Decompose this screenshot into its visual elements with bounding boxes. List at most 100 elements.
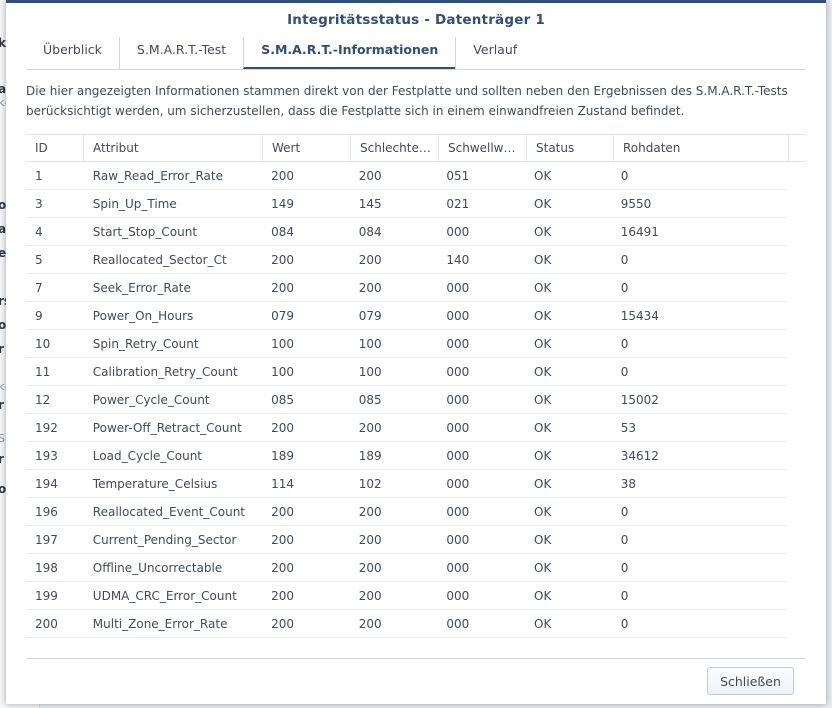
table-row[interactable]: 194 Temperature_Celsius 114 102 000 OK 38 [26,470,786,498]
table-row[interactable]: 12 Power_Cycle_Count 085 085 000 OK 15002 [26,386,786,414]
table-row[interactable]: 11 Calibration_Retry_Count 100 100 000 OK 0 [26,358,786,386]
cell-worst: 102 [358,477,382,491]
table-row[interactable]: 7 Seek_Error_Rate 200 200 000 OK 0 [26,274,786,302]
table-row[interactable]: 4 Start_Stop_Count 084 084 000 OK 16491 [26,218,786,246]
cell-id: 199 [35,589,58,603]
cell-status: OK [534,505,552,519]
cell-id: 194 [35,477,58,491]
cell-raw-data: 34612 [620,449,659,463]
cell-id: 1 [35,169,43,183]
cell-worst: 200 [358,281,382,295]
cell-threshold: 000 [446,281,470,295]
column-header-raw-data[interactable]: Rohdaten [614,135,789,161]
cell-status: OK [534,225,552,239]
cell-raw-data: 0 [620,589,629,603]
cell-worst: 189 [358,449,382,463]
cell-raw-data: 0 [620,505,629,519]
cell-status: OK [534,281,552,295]
table-row[interactable]: 199 UDMA_CRC_Error_Count 200 200 000 OK 0 [26,582,786,610]
cell-id: 4 [35,225,43,239]
cell-worst: 084 [358,225,382,239]
column-header-threshold[interactable]: Schwellw… [439,135,527,161]
cell-status: OK [534,393,552,407]
cell-attribute: Reallocated_Event_Count [92,505,246,519]
cell-value: 084 [271,225,294,239]
cell-raw-data: 0 [620,617,629,631]
column-header-attribute[interactable]: Attribut [84,135,263,161]
disk-health-dialog: Integritätsstatus - Datenträger 1 Überbl… [6,0,826,704]
cell-raw-data: 0 [620,337,629,351]
table-row[interactable]: 5 Reallocated_Sector_Ct 200 200 140 OK 0 [26,246,786,274]
cell-attribute: Offline_Uncorrectable [92,561,223,575]
cell-value: 085 [271,393,294,407]
cell-worst: 200 [358,561,382,575]
cell-raw-data: 16491 [620,225,659,239]
cell-value: 189 [271,449,294,463]
cell-id: 11 [35,365,51,379]
table-header: ID Attribut Wert Schlechte… Schwellw… St… [26,135,806,162]
cell-attribute: Multi_Zone_Error_Rate [92,617,228,631]
cell-id: 192 [35,421,58,435]
table-row[interactable]: 196 Reallocated_Event_Count 200 200 000 OK 0 [26,498,786,526]
cell-threshold: 000 [446,533,470,547]
column-header-worst[interactable]: Schlechte… [351,135,439,161]
cell-attribute: Power_Cycle_Count [92,393,210,407]
cell-status: OK [534,449,552,463]
column-header-id[interactable]: ID [26,135,84,161]
intro-text: Die hier angezeigten Informationen stamm… [26,84,788,118]
cell-attribute: Load_Cycle_Count [92,449,203,463]
cell-value: 200 [271,505,294,519]
table-row[interactable]: 1 Raw_Read_Error_Rate 200 200 051 OK 0 [26,162,786,190]
background-text-fragment: S [0,432,5,445]
cell-value: 200 [271,589,294,603]
table-row[interactable]: 197 Current_Pending_Sector 200 200 000 OK 0 [26,526,786,554]
cell-raw-data: 38 [620,477,636,491]
table-row[interactable]: 192 Power-Off_Retract_Count 200 200 000 OK 53 [26,414,786,442]
tab-history[interactable]: Verlauf [455,37,534,69]
cell-value: 200 [271,561,294,575]
cell-value: 200 [271,281,294,295]
cell-attribute: Start_Stop_Count [92,225,198,239]
table-row[interactable]: 198 Offline_Uncorrectable 200 200 000 OK 0 [26,554,786,582]
cell-value: 200 [271,617,294,631]
cell-id: 9 [35,309,43,323]
cell-raw-data: 53 [620,421,636,435]
tab-smart-test[interactable]: S.M.A.R.T.-Test [118,37,243,69]
cell-status: OK [534,561,552,575]
cell-worst: 100 [358,365,382,379]
cell-value: 079 [271,309,294,323]
cell-raw-data: 0 [620,365,629,379]
column-header-value[interactable]: Wert [263,135,351,161]
cell-raw-data: 9550 [620,197,652,211]
cell-value: 200 [271,421,294,435]
column-header-filler [789,135,806,161]
cell-raw-data: 0 [620,253,629,267]
table-row[interactable]: 10 Spin_Retry_Count 100 100 000 OK 0 [26,330,786,358]
cell-raw-data: 0 [620,533,629,547]
background-text-fragment: r [0,452,4,466]
table-row[interactable]: 200 Multi_Zone_Error_Rate 200 200 000 OK 0 [26,610,786,638]
cell-raw-data: 15434 [620,309,659,323]
cell-worst: 200 [358,253,382,267]
footer-divider [26,658,806,659]
cell-attribute: Power-Off_Retract_Count [92,421,242,435]
cell-raw-data: 0 [620,281,629,295]
cell-raw-data: 15002 [620,393,659,407]
cell-status: OK [534,617,552,631]
cell-id: 193 [35,449,58,463]
cell-value: 200 [271,533,294,547]
column-header-status[interactable]: Status [527,135,614,161]
cell-threshold: 140 [446,253,470,267]
cell-worst: 145 [358,197,382,211]
table-row[interactable]: 9 Power_On_Hours 079 079 000 OK 15434 [26,302,786,330]
table-row[interactable]: 3 Spin_Up_Time 149 145 021 OK 9550 [26,190,786,218]
close-button[interactable]: Schließen [707,667,794,695]
cell-status: OK [534,197,552,211]
cell-status: OK [534,477,552,491]
cell-attribute: Spin_Retry_Count [92,337,199,351]
cell-worst: 200 [358,589,382,603]
tab-overview[interactable]: Überblick [26,37,119,69]
tab-smart-info[interactable]: S.M.A.R.T.-Informationen [243,37,456,69]
table-row[interactable]: 193 Load_Cycle_Count 189 189 000 OK 34612 [26,442,786,470]
cell-id: 196 [35,505,58,519]
